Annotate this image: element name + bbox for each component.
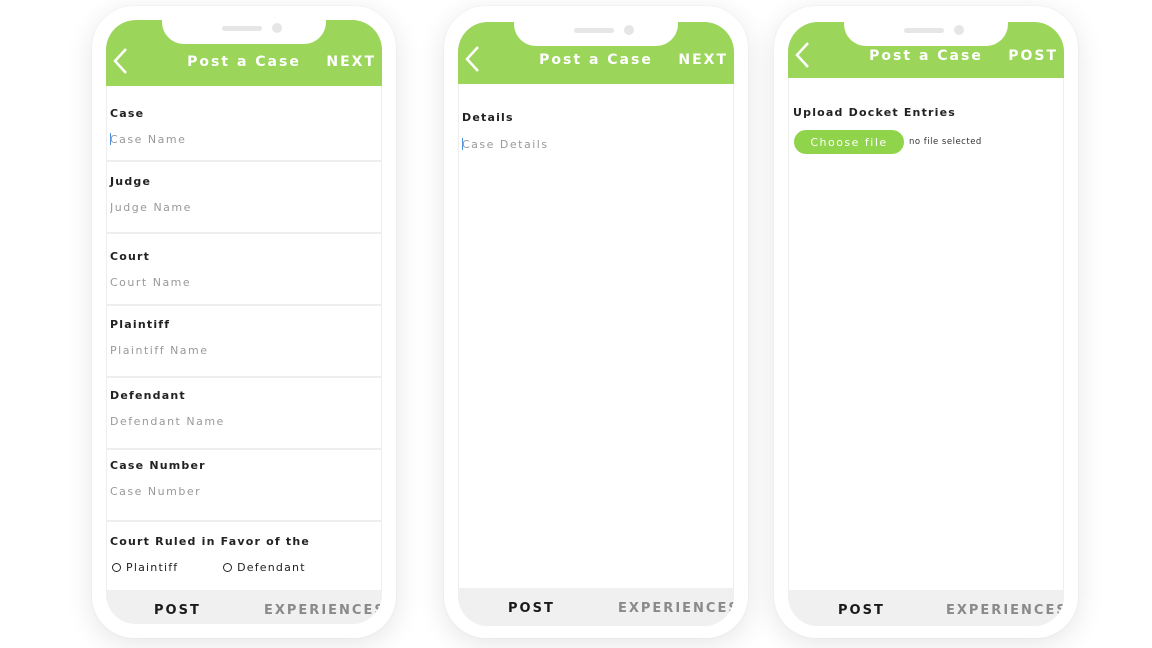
screen-details-form: Post a Case NEXT Details POST EXPERIENCE…	[458, 22, 734, 626]
field-court: Court	[106, 234, 382, 306]
screen-upload-form: Post a Case POST Upload Docket Entries C…	[788, 22, 1064, 626]
upload-label: Upload Docket Entries	[793, 106, 957, 119]
speaker	[904, 28, 944, 33]
phone-details-form: Post a Case NEXT Details POST EXPERIENCE…	[444, 6, 748, 638]
phone-upload-form: Post a Case POST Upload Docket Entries C…	[774, 6, 1078, 638]
radio-plaintiff[interactable]: Plaintiff	[112, 561, 178, 574]
field-label: Case Number	[110, 459, 206, 472]
post-button[interactable]: POST	[1008, 48, 1058, 64]
field-label: Court	[110, 250, 151, 263]
next-button[interactable]: NEXT	[326, 54, 376, 70]
case-number-input[interactable]	[110, 485, 376, 498]
notch	[844, 22, 1008, 46]
camera	[624, 25, 634, 35]
field-case-number: Case Number	[106, 450, 382, 522]
tab-bar: POST EXPERIENCES	[788, 590, 1064, 626]
defendant-name-input[interactable]	[110, 415, 376, 428]
field-label: Defendant	[110, 389, 186, 402]
tab-experiences[interactable]: EXPERIENCES	[946, 603, 1064, 618]
radio-circle-icon	[112, 563, 121, 572]
radio-label: Plaintiff	[126, 561, 179, 574]
case-name-input[interactable]	[110, 133, 376, 146]
ruling-label: Court Ruled in Favor of the	[110, 535, 311, 548]
judge-name-input[interactable]	[110, 201, 376, 214]
tab-post[interactable]: POST	[838, 603, 885, 618]
court-name-input[interactable]	[110, 276, 376, 289]
notch	[162, 20, 326, 44]
field-defendant: Defendant	[106, 378, 382, 450]
tab-post[interactable]: POST	[508, 601, 555, 616]
field-label: Case	[110, 107, 145, 120]
field-label: Judge	[110, 175, 152, 188]
choose-file-button[interactable]: Choose file	[794, 130, 904, 154]
notch	[514, 22, 678, 46]
speaker	[222, 26, 262, 31]
details-label: Details	[462, 111, 514, 124]
radio-defendant[interactable]: Defendant	[223, 561, 306, 574]
plaintiff-name-input[interactable]	[110, 344, 376, 357]
app-header: Post a Case NEXT	[106, 20, 382, 86]
radio-label: Defendant	[237, 561, 306, 574]
screen-case-form: Post a Case NEXT Case Judge Court Plaint…	[106, 20, 382, 624]
tab-bar: POST EXPERIENCES	[106, 590, 382, 624]
app-header: Post a Case NEXT	[458, 22, 734, 84]
speaker	[574, 28, 614, 33]
tab-experiences[interactable]: EXPERIENCES	[618, 601, 734, 616]
ruling-radio-group: Plaintiff Defendant	[112, 561, 346, 575]
camera	[272, 23, 282, 33]
case-details-textarea[interactable]	[462, 138, 728, 578]
tab-post[interactable]: POST	[154, 603, 201, 618]
phone-case-form: Post a Case NEXT Case Judge Court Plaint…	[92, 6, 396, 638]
app-header: Post a Case POST	[788, 22, 1064, 78]
radio-circle-icon	[223, 563, 233, 572]
field-case: Case	[106, 86, 382, 162]
tab-experiences[interactable]: EXPERIENCES	[264, 603, 382, 618]
field-plaintiff: Plaintiff	[106, 306, 382, 378]
field-judge: Judge	[106, 162, 382, 234]
field-label: Plaintiff	[110, 318, 171, 331]
next-button[interactable]: NEXT	[678, 52, 728, 68]
camera	[954, 25, 964, 35]
file-status: no file selected	[909, 137, 982, 147]
tab-bar: POST EXPERIENCES	[458, 588, 734, 626]
